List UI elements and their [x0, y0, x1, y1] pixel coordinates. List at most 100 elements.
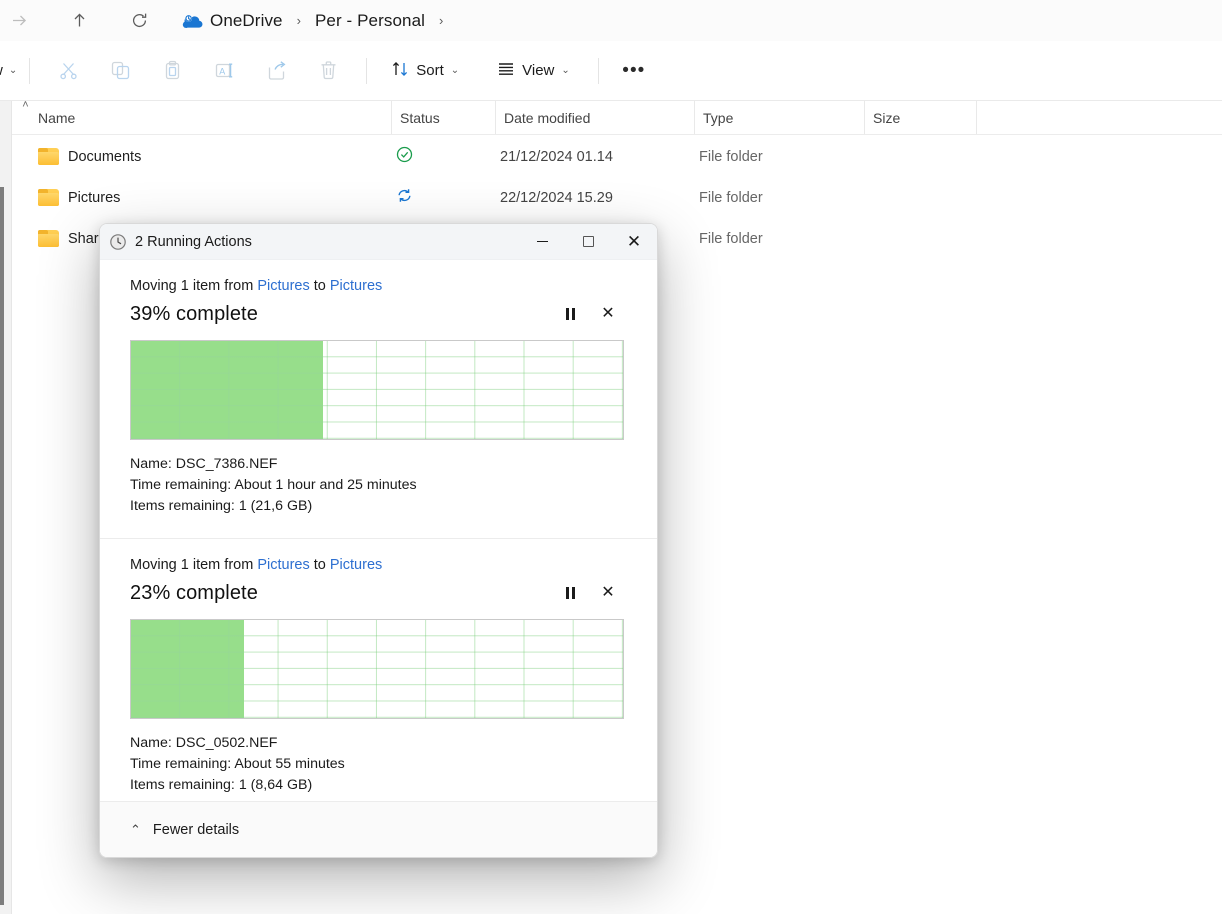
- file-name-cell: Pictures: [0, 189, 390, 206]
- table-row[interactable]: Documents 21/12/2024 01.14 File folder: [0, 136, 1222, 177]
- maximize-button[interactable]: [565, 224, 611, 260]
- cancel-button[interactable]: ✕: [589, 299, 627, 329]
- svg-text:A: A: [219, 66, 225, 76]
- name-value: DSC_0502.NEF: [176, 735, 278, 751]
- status-cell: [390, 146, 494, 167]
- onedrive-icon: [182, 13, 203, 29]
- column-header-name-label: Name: [38, 110, 75, 126]
- progress-bar: [130, 340, 624, 440]
- dialog-title: 2 Running Actions: [135, 234, 252, 250]
- status-cell: [390, 187, 494, 208]
- minimize-button[interactable]: [519, 224, 565, 260]
- operation-description: Moving 1 item from Pictures to Pictures: [130, 557, 627, 573]
- refresh-icon[interactable]: [120, 6, 158, 36]
- operation-items-row: Items remaining: 1 (21,6 GB): [130, 496, 627, 517]
- view-label: View: [522, 62, 554, 79]
- file-date-label: 21/12/2024 01.14: [494, 149, 693, 165]
- clock-icon: [109, 233, 127, 251]
- time-key: Time remaining:: [130, 477, 231, 493]
- column-header-date[interactable]: Date modified: [496, 101, 695, 134]
- sort-button[interactable]: Sort ⌄: [379, 54, 471, 88]
- column-header-size-label: Size: [873, 110, 900, 126]
- operation-details: Name: DSC_7386.NEF Time remaining: About…: [130, 454, 627, 517]
- file-date-label: 22/12/2024 15.29: [494, 190, 693, 206]
- folder-icon: [38, 230, 59, 247]
- breadcrumb-item-personal[interactable]: Per - Personal: [315, 11, 425, 31]
- view-icon: [497, 60, 515, 82]
- file-type-label: File folder: [693, 190, 863, 206]
- cloud-syncing-icon: [396, 187, 413, 208]
- operation-source-link[interactable]: Pictures: [257, 278, 309, 294]
- cloud-available-check-icon: [396, 146, 413, 167]
- content-left-border: [11, 101, 12, 914]
- fewer-details-label: Fewer details: [153, 822, 239, 838]
- column-header-status[interactable]: Status: [392, 101, 496, 134]
- operation-destination-link[interactable]: Pictures: [330, 557, 382, 573]
- fewer-details-button[interactable]: ⌃ Fewer details: [100, 822, 239, 838]
- column-header-type[interactable]: Type: [695, 101, 865, 134]
- progress-fill: [131, 341, 323, 439]
- cut-button[interactable]: [42, 54, 94, 88]
- breadcrumb-item-onedrive[interactable]: OneDrive: [210, 11, 283, 31]
- sort-label: Sort: [416, 62, 444, 79]
- operation-prefix: Moving 1 item from: [130, 278, 257, 294]
- delete-button[interactable]: [302, 54, 354, 88]
- breadcrumb-separator-end[interactable]: ›: [439, 13, 443, 28]
- file-name-label: Documents: [68, 149, 141, 165]
- progress-fill: [131, 620, 244, 718]
- forward-icon[interactable]: [0, 6, 38, 36]
- folder-icon: [38, 189, 59, 206]
- items-value: 1 (21,6 GB): [239, 498, 312, 514]
- chevron-down-icon: ⌄: [561, 65, 569, 76]
- operation-row: Moving 1 item from Pictures to Pictures …: [100, 539, 657, 816]
- new-button[interactable]: w ⌄: [0, 62, 17, 79]
- close-button[interactable]: ✕: [611, 224, 657, 260]
- operation-time-row: Time remaining: About 55 minutes: [130, 754, 627, 775]
- pause-button[interactable]: [551, 578, 589, 608]
- operation-time-row: Time remaining: About 1 hour and 25 minu…: [130, 475, 627, 496]
- items-key: Items remaining:: [130, 777, 235, 793]
- file-type-label: File folder: [693, 149, 863, 165]
- pause-button[interactable]: [551, 299, 589, 329]
- share-button[interactable]: [250, 54, 302, 88]
- cancel-button[interactable]: ✕: [589, 578, 627, 608]
- operation-progress-header: 39% complete ✕: [130, 299, 627, 329]
- column-header-name[interactable]: ˄ Name: [0, 101, 392, 134]
- operation-source-link[interactable]: Pictures: [257, 557, 309, 573]
- dialog-title-bar[interactable]: 2 Running Actions ✕: [100, 224, 657, 260]
- view-button[interactable]: View ⌄: [485, 54, 582, 88]
- breadcrumb-separator[interactable]: ›: [297, 13, 301, 28]
- operation-destination-link[interactable]: Pictures: [330, 278, 382, 294]
- table-row[interactable]: Pictures 22/12/2024 15.29 File folder: [0, 177, 1222, 218]
- address-bar: OneDrive › Per - Personal ›: [0, 0, 1222, 41]
- command-bar: w ⌄ A: [0, 41, 1222, 101]
- rename-button[interactable]: A: [198, 54, 250, 88]
- header-divider: [0, 134, 1222, 135]
- time-value: About 55 minutes: [234, 756, 344, 772]
- paste-button[interactable]: [146, 54, 198, 88]
- column-header-size[interactable]: Size: [865, 101, 977, 134]
- operation-name-row: Name: DSC_7386.NEF: [130, 454, 627, 475]
- chevron-up-icon: ⌃: [130, 822, 141, 838]
- column-header-date-label: Date modified: [504, 110, 590, 126]
- time-value: About 1 hour and 25 minutes: [234, 477, 416, 493]
- column-header-type-label: Type: [703, 110, 733, 126]
- name-key: Name:: [130, 456, 172, 472]
- operation-name-row: Name: DSC_0502.NEF: [130, 733, 627, 754]
- operation-mid: to: [310, 278, 330, 294]
- dialog-body: Moving 1 item from Pictures to Pictures …: [100, 260, 657, 816]
- up-icon[interactable]: [60, 6, 98, 36]
- sort-ascending-caret-icon: ˄: [0, 101, 221, 110]
- operation-percent-label: 23% complete: [130, 582, 551, 605]
- more-options-button[interactable]: •••: [611, 54, 657, 88]
- toolbar-divider: [29, 58, 30, 84]
- file-name-cell: Documents: [0, 148, 390, 165]
- vertical-scrollbar-thumb[interactable]: [0, 187, 4, 905]
- copy-button[interactable]: [94, 54, 146, 88]
- operation-row: Moving 1 item from Pictures to Pictures …: [100, 260, 657, 539]
- toolbar-divider-2: [366, 58, 367, 84]
- chevron-down-icon: ⌄: [451, 65, 459, 76]
- chevron-down-icon: ⌄: [9, 65, 17, 76]
- column-headers: ˄ Name Status Date modified Type Size: [0, 101, 1222, 134]
- items-value: 1 (8,64 GB): [239, 777, 312, 793]
